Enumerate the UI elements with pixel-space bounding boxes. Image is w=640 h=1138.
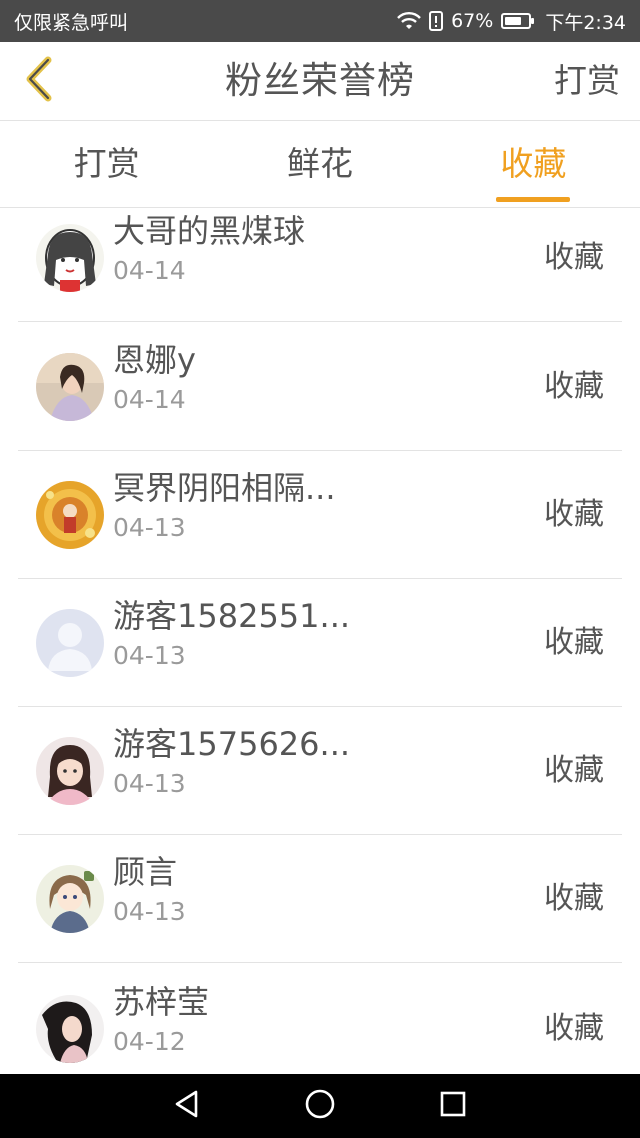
- photo-girl-avatar: [36, 736, 104, 805]
- fan-name: 大哥的黑煤球: [113, 212, 306, 250]
- tab-tip-label: 打赏: [73, 144, 140, 183]
- fan-date: 04-13: [113, 641, 186, 670]
- fan-action: 收藏: [544, 1011, 604, 1046]
- fan-action: 收藏: [544, 369, 604, 404]
- tab-tip[interactable]: 打赏: [0, 121, 213, 207]
- fan-list[interactable]: 大哥的黑煤球 04-14 收藏 恩娜y 04-14 收藏 冥界阴阳相隔... 0…: [0, 208, 640, 1074]
- photo-girl-avatar: [36, 994, 104, 1063]
- battery-icon: [501, 13, 535, 29]
- battery-percent: 67%: [451, 10, 494, 32]
- triangle-back-icon: [172, 1089, 202, 1123]
- illustration-avatar: [36, 480, 104, 549]
- fan-name: 苏梓莹: [113, 983, 210, 1021]
- list-item[interactable]: 游客1582551... 04-13 收藏: [18, 579, 622, 707]
- system-nav-bar: [0, 1074, 640, 1138]
- fan-action: 收藏: [544, 240, 604, 275]
- clock: 下午2:34: [545, 11, 626, 34]
- tab-favorites-label: 收藏: [500, 144, 567, 183]
- fan-date: 04-14: [113, 385, 186, 414]
- wifi-icon: [397, 11, 421, 31]
- tab-flowers-label: 鲜花: [286, 144, 353, 183]
- fan-action: 收藏: [544, 497, 604, 532]
- fan-action: 收藏: [544, 753, 604, 788]
- fan-name: 游客1575626...: [113, 725, 351, 763]
- fan-date: 04-14: [113, 256, 186, 285]
- list-item[interactable]: 顾言 04-13 收藏: [18, 835, 622, 963]
- fan-date: 04-13: [113, 513, 186, 542]
- anime-girl-avatar: [36, 864, 104, 933]
- fan-name: 冥界阴阳相隔...: [113, 469, 336, 507]
- list-item[interactable]: 恩娜y 04-14 收藏: [18, 323, 622, 451]
- tab-favorites[interactable]: 收藏: [427, 121, 640, 207]
- page-title: 粉丝荣誉榜: [225, 59, 415, 102]
- fan-action: 收藏: [544, 881, 604, 916]
- carrier-text: 仅限紧急呼叫: [14, 11, 129, 34]
- fan-action: 收藏: [544, 625, 604, 660]
- list-item[interactable]: 冥界阴阳相隔... 04-13 收藏: [18, 451, 622, 579]
- fan-name: 恩娜y: [113, 341, 196, 379]
- fan-date: 04-12: [113, 1027, 186, 1056]
- fan-name: 顾言: [113, 853, 178, 891]
- default-user-avatar: [36, 608, 104, 677]
- tab-bar: 打赏 鲜花 收藏: [0, 121, 640, 208]
- list-item[interactable]: 大哥的黑煤球 04-14 收藏: [18, 208, 622, 322]
- active-tab-indicator: [496, 197, 571, 202]
- tab-flowers[interactable]: 鲜花: [213, 121, 426, 207]
- photo-girl-avatar: [36, 352, 104, 421]
- status-bar: 仅限紧急呼叫 67% 下午2:34: [0, 0, 640, 42]
- circle-home-icon: [304, 1088, 336, 1124]
- tip-button[interactable]: 打赏: [554, 42, 620, 120]
- nav-back-button[interactable]: [167, 1086, 207, 1126]
- status-indicators: 67% 下午2:34: [397, 8, 626, 35]
- fan-date: 04-13: [113, 897, 186, 926]
- list-item[interactable]: 游客1575626... 04-13 收藏: [18, 707, 622, 835]
- alert-icon: [429, 11, 444, 31]
- app-header: 粉丝荣誉榜 打赏: [0, 42, 640, 121]
- nav-recents-button[interactable]: [433, 1086, 473, 1126]
- square-recents-icon: [439, 1090, 467, 1122]
- cartoon-girl-avatar: [36, 223, 104, 292]
- fan-name: 游客1582551...: [113, 597, 351, 635]
- fan-date: 04-13: [113, 769, 186, 798]
- list-item[interactable]: 苏梓莹 04-12 收藏: [18, 965, 622, 1074]
- nav-home-button[interactable]: [300, 1086, 340, 1126]
